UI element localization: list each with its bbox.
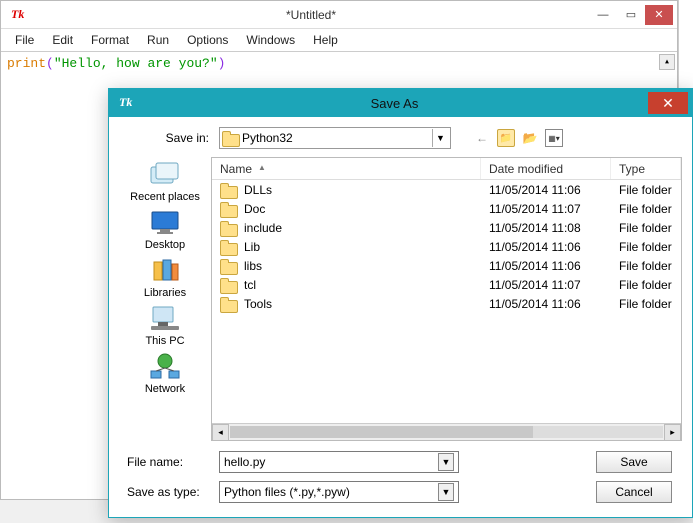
desktop-icon [148,207,182,237]
thispc-icon [148,303,182,333]
menubar: File Edit Format Run Options Windows Hel… [1,29,677,51]
menu-edit[interactable]: Edit [44,31,81,49]
filename-input[interactable]: hello.py ▼ [219,451,459,473]
col-type[interactable]: Type [611,158,681,179]
file-date: 11/05/2014 11:06 [481,183,611,197]
save-as-dialog: Tk Save As ✕ Save in: Python32 ▼ ← 📁 📂 ▦… [108,88,693,518]
file-row[interactable]: Doc 11/05/2014 11:07File folder [212,199,681,218]
dialog-title: Save As [141,96,648,111]
filename-value: hello.py [224,455,265,469]
savein-label: Save in: [119,131,219,145]
file-row[interactable]: include 11/05/2014 11:08File folder [212,218,681,237]
minimize-button[interactable]: — [589,5,617,25]
file-name: libs [244,259,262,273]
chevron-down-icon[interactable]: ▼ [438,453,454,471]
file-name: Lib [244,240,260,254]
close-button[interactable]: ✕ [645,5,673,25]
file-row[interactable]: libs 11/05/2014 11:06File folder [212,256,681,275]
app-icon: Tk [11,7,27,23]
file-type: File folder [611,221,681,235]
file-row[interactable]: Lib 11/05/2014 11:06File folder [212,237,681,256]
file-type: File folder [611,240,681,254]
place-recent[interactable]: Recent places [130,159,200,203]
saveastype-label: Save as type: [119,485,219,499]
file-name: tcl [244,278,256,292]
folder-icon [220,221,236,235]
menu-windows[interactable]: Windows [238,31,303,49]
file-date: 11/05/2014 11:07 [481,202,611,216]
dialog-close-button[interactable]: ✕ [648,92,688,114]
file-name: Tools [244,297,272,311]
cancel-button[interactable]: Cancel [596,481,672,503]
file-type: File folder [611,259,681,273]
folder-icon [220,202,236,216]
place-network[interactable]: Network [145,351,185,395]
editor-scroll-up[interactable]: ▴ [659,54,675,70]
col-date[interactable]: Date modified [481,158,611,179]
menu-help[interactable]: Help [305,31,346,49]
scroll-left-icon[interactable]: ◂ [212,424,229,441]
editor-titlebar[interactable]: Tk *Untitled* — ▭ ✕ [1,1,677,29]
folder-icon [220,240,236,254]
col-name[interactable]: Name▲ [212,158,481,179]
file-name: Doc [244,202,265,216]
recent-places-icon [148,159,182,189]
file-row[interactable]: tcl 11/05/2014 11:07File folder [212,275,681,294]
code-paren-open: ( [46,56,54,71]
file-date: 11/05/2014 11:06 [481,240,611,254]
save-button[interactable]: Save [596,451,672,473]
file-row[interactable]: Tools 11/05/2014 11:06File folder [212,294,681,313]
scroll-right-icon[interactable]: ▸ [664,424,681,441]
savein-combo[interactable]: Python32 ▼ [219,127,451,149]
code-string: "Hello, how are you?" [54,56,218,71]
nav-up-icon[interactable]: 📁 [497,129,515,147]
libraries-icon [148,255,182,285]
folder-icon [220,297,236,311]
folder-icon [220,183,236,197]
chevron-down-icon[interactable]: ▼ [438,483,454,501]
file-type: File folder [611,202,681,216]
file-name: include [244,221,282,235]
network-icon [148,351,182,381]
file-date: 11/05/2014 11:06 [481,297,611,311]
saveastype-combo[interactable]: Python files (*.py,*.pyw) ▼ [219,481,459,503]
place-desktop[interactable]: Desktop [145,207,185,251]
chevron-down-icon[interactable]: ▼ [432,129,448,147]
menu-options[interactable]: Options [179,31,236,49]
menu-run[interactable]: Run [139,31,177,49]
file-type: File folder [611,297,681,311]
nav-back-icon[interactable]: ← [473,129,491,147]
filename-label: File name: [119,455,219,469]
nav-viewmenu-icon[interactable]: ▦▾ [545,129,563,147]
file-name: DLLs [244,183,272,197]
folder-icon [220,259,236,273]
nav-newfolder-icon[interactable]: 📂 [521,129,539,147]
places-bar: Recent places Desktop Libraries [119,157,211,441]
code-paren-close: ) [218,56,226,71]
editor-title: *Untitled* [33,8,589,22]
file-row[interactable]: DLLs 11/05/2014 11:06File folder [212,180,681,199]
folder-icon [222,131,238,145]
file-type: File folder [611,278,681,292]
place-libraries[interactable]: Libraries [144,255,186,299]
file-date: 11/05/2014 11:06 [481,259,611,273]
horizontal-scrollbar[interactable]: ◂ ▸ [212,423,681,440]
saveastype-value: Python files (*.py,*.pyw) [224,485,350,499]
menu-format[interactable]: Format [83,31,137,49]
folder-icon [220,278,236,292]
dialog-titlebar[interactable]: Tk Save As ✕ [109,89,692,117]
sort-asc-icon: ▲ [258,163,266,172]
file-list: Name▲ Date modified Type DLLs 11/05/2014 … [211,157,682,441]
menu-file[interactable]: File [7,31,42,49]
file-date: 11/05/2014 11:07 [481,278,611,292]
dialog-app-icon: Tk [119,95,135,111]
code-keyword: print [7,56,46,71]
place-thispc[interactable]: This PC [145,303,184,347]
savein-value: Python32 [242,131,293,145]
file-list-header: Name▲ Date modified Type [212,158,681,180]
file-date: 11/05/2014 11:08 [481,221,611,235]
maximize-button[interactable]: ▭ [617,5,645,25]
file-type: File folder [611,183,681,197]
